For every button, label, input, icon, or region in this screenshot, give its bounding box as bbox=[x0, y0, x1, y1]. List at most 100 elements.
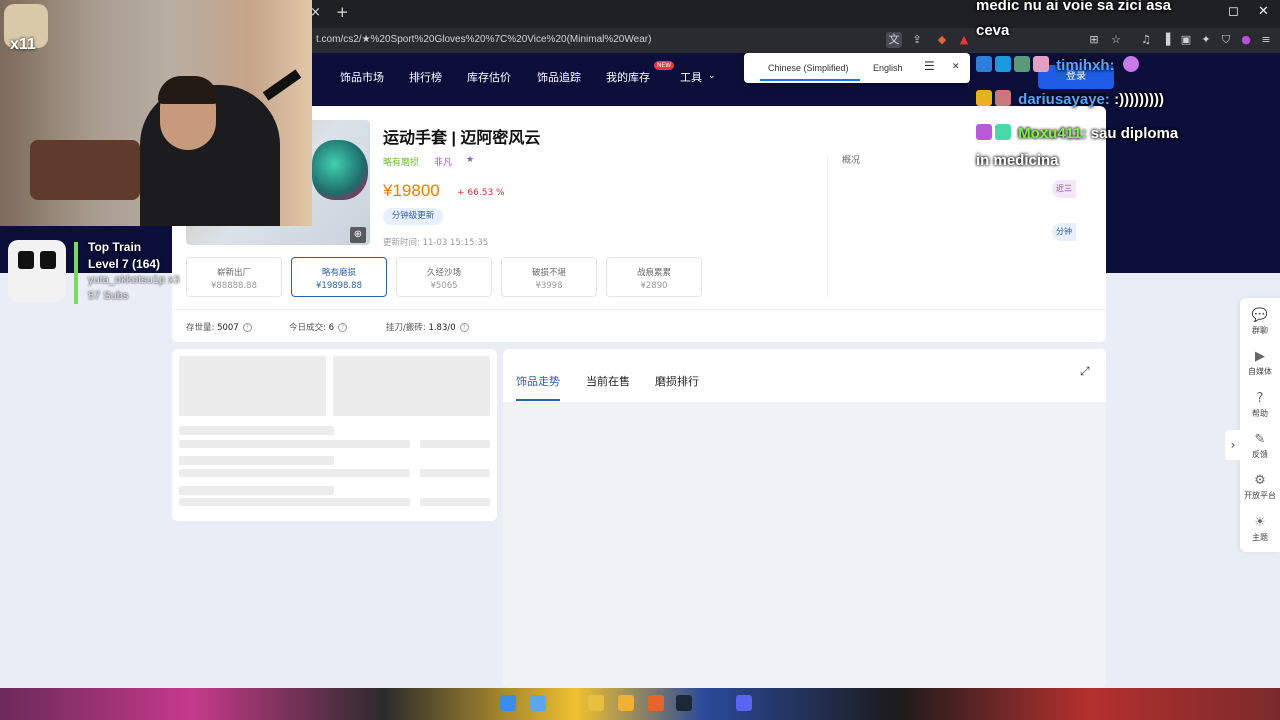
nav-tools[interactable]: 工具 bbox=[680, 69, 702, 85]
sidebar-item-feedback[interactable]: ✎ 反馈 bbox=[1240, 432, 1280, 460]
chevron-down-icon[interactable]: ⌄ bbox=[708, 70, 716, 81]
sidebar-item-open-platform[interactable]: ⚙ 开放平台 bbox=[1240, 473, 1280, 501]
leo-icon[interactable]: ✦ bbox=[1198, 32, 1214, 48]
glove-image bbox=[312, 140, 368, 200]
interval-chip[interactable]: 分钟 bbox=[1052, 223, 1076, 241]
sidebar-icon[interactable]: ▐ bbox=[1158, 32, 1174, 48]
steam-icon[interactable] bbox=[676, 695, 692, 711]
media-icon[interactable]: ♫ bbox=[1138, 32, 1154, 48]
wear-option-price: ¥19898.88 bbox=[316, 281, 362, 291]
sidebar-label: 群聊 bbox=[1252, 326, 1268, 335]
chat-message: timihxh: bbox=[976, 56, 1139, 74]
wallet-icon[interactable]: ▣ bbox=[1178, 32, 1194, 48]
nav-my-inventory[interactable]: 我的库存 bbox=[606, 69, 650, 85]
lang-chinese-tab[interactable]: Chinese (Simplified) bbox=[768, 63, 849, 73]
sidebar-item-theme[interactable]: ☀ 主题 bbox=[1240, 515, 1280, 543]
wear-option-name: 战痕累累 bbox=[636, 268, 671, 278]
sidebar-label: 开放平台 bbox=[1244, 491, 1276, 500]
discord-icon[interactable] bbox=[736, 695, 752, 711]
help-icon[interactable]: ? bbox=[459, 323, 469, 332]
platform-icon: ⚙ bbox=[1254, 473, 1266, 488]
close-icon[interactable]: ✕ bbox=[952, 61, 960, 72]
wear-option-price: ¥3998 bbox=[535, 281, 563, 291]
train-icon bbox=[8, 240, 66, 302]
badge-icon bbox=[995, 124, 1011, 140]
taskbar bbox=[0, 688, 1280, 720]
menu-icon[interactable]: ≡ bbox=[1258, 32, 1274, 48]
wear-option-minimal-wear[interactable]: 略有磨损 ¥19898.88 bbox=[291, 257, 387, 297]
video-icon: ▶ bbox=[1255, 349, 1265, 364]
nav-tracking[interactable]: 饰品追踪 bbox=[537, 69, 581, 85]
wear-option-price: ¥88888.88 bbox=[211, 281, 257, 291]
wear-option-battle-scarred[interactable]: 战痕累累 ¥2890 bbox=[606, 257, 702, 297]
browser-icon[interactable] bbox=[648, 695, 664, 711]
share-icon[interactable]: ⇪ bbox=[909, 32, 925, 48]
vertical-divider bbox=[827, 157, 828, 297]
tab-trend[interactable]: 饰品走势 bbox=[516, 373, 560, 389]
restore-icon[interactable]: ◻ bbox=[1228, 4, 1239, 19]
wear-option-factory-new[interactable]: 崭新出厂 ¥88888.88 bbox=[186, 257, 282, 297]
extensions-icon[interactable]: ⊞ bbox=[1086, 32, 1102, 48]
lang-english-tab[interactable]: English bbox=[873, 63, 903, 73]
wear-option-field-tested[interactable]: 久经沙场 ¥5065 bbox=[396, 257, 492, 297]
product-title: 运动手套 | 迈阿密风云 bbox=[383, 130, 541, 147]
chat-username: dariusayaye: bbox=[1018, 91, 1110, 108]
chat-message: medic nu ai voie sa zici asa bbox=[976, 0, 1171, 14]
badge-icon bbox=[1014, 56, 1030, 72]
chat-message: in medicina bbox=[976, 152, 1059, 169]
chat-message: ceva bbox=[976, 22, 1009, 39]
train-subs: 57 Subs bbox=[88, 290, 129, 302]
expand-icon[interactable]: ⤢ bbox=[1080, 364, 1090, 379]
new-tab-icon[interactable]: + bbox=[336, 3, 349, 21]
nav-inventory-valuation[interactable]: 库存估价 bbox=[467, 69, 511, 85]
wear-option-well-worn[interactable]: 破损不堪 ¥3998 bbox=[501, 257, 597, 297]
close-window-icon[interactable]: ✕ bbox=[1258, 4, 1269, 19]
translate-icon[interactable]: 文 bbox=[886, 32, 902, 48]
chevron-right-icon[interactable]: › bbox=[1225, 430, 1241, 460]
profile-icon[interactable]: ● bbox=[1238, 32, 1254, 48]
stat-supply: 存世量: 5007? bbox=[186, 321, 252, 333]
skeleton-line bbox=[420, 498, 490, 506]
sidebar-item-group-chat[interactable]: 💬 群聊 bbox=[1240, 308, 1280, 336]
product-price: ¥19800 bbox=[383, 181, 440, 200]
train-window bbox=[18, 251, 34, 269]
chat-username: Moxu411: bbox=[1018, 125, 1087, 142]
chat-text: in medicina bbox=[976, 152, 1059, 169]
taskbar-app-icon[interactable] bbox=[588, 695, 604, 711]
menu-icon[interactable]: ☰ bbox=[924, 59, 935, 73]
emote-icon bbox=[1122, 56, 1139, 72]
nav-ranking[interactable]: 排行榜 bbox=[409, 69, 442, 85]
stat-label: 挂刀/搬砖: bbox=[386, 323, 426, 333]
folder-icon[interactable] bbox=[618, 695, 634, 711]
tab-wear-ranking[interactable]: 磨损排行 bbox=[655, 373, 699, 389]
sidebar-item-media[interactable]: ▶ 自媒体 bbox=[1240, 349, 1280, 377]
period-chip[interactable]: 近三 bbox=[1052, 180, 1076, 198]
lang-active-underline bbox=[760, 79, 860, 81]
wear-tag: 略有磨损 bbox=[383, 158, 420, 168]
sidebar-label: 自媒体 bbox=[1248, 367, 1272, 376]
help-icon[interactable]: ? bbox=[338, 323, 347, 332]
skeleton-line bbox=[179, 469, 410, 477]
bookmark-icon[interactable]: ☆ bbox=[1108, 32, 1124, 48]
tab-on-sale[interactable]: 当前在售 bbox=[586, 373, 630, 389]
sidebar-item-help[interactable]: ? 帮助 bbox=[1240, 391, 1280, 419]
help-icon[interactable]: ? bbox=[242, 323, 252, 332]
streamer-hair bbox=[158, 76, 218, 104]
url-field[interactable]: t.com/cs2/★%20Sport%20Gloves%20%7C%20Vic… bbox=[316, 34, 651, 45]
sidebar-label: 反馈 bbox=[1252, 450, 1268, 459]
chat-username: timihxh: bbox=[1056, 57, 1115, 74]
nav-market[interactable]: 饰品市场 bbox=[340, 69, 384, 85]
chat-text: :))))))))) bbox=[1114, 91, 1165, 108]
vpn-icon[interactable]: ⛉ bbox=[1218, 32, 1234, 48]
brave-shield-icon[interactable]: ◆ bbox=[934, 32, 950, 48]
taskbar-app-icon[interactable] bbox=[530, 695, 546, 711]
stat-value: 6 bbox=[328, 323, 334, 333]
chat-message: Moxu411: sau diploma bbox=[976, 124, 1178, 142]
rewards-icon[interactable]: ▲ bbox=[956, 32, 972, 48]
windows-start-icon[interactable] bbox=[500, 695, 516, 711]
skeleton-line bbox=[179, 426, 334, 435]
active-tab-underline bbox=[516, 399, 560, 401]
stat-value: 5007 bbox=[217, 323, 239, 333]
emote-count: x11 bbox=[10, 36, 36, 53]
zoom-icon[interactable]: ⊕ bbox=[350, 227, 366, 243]
